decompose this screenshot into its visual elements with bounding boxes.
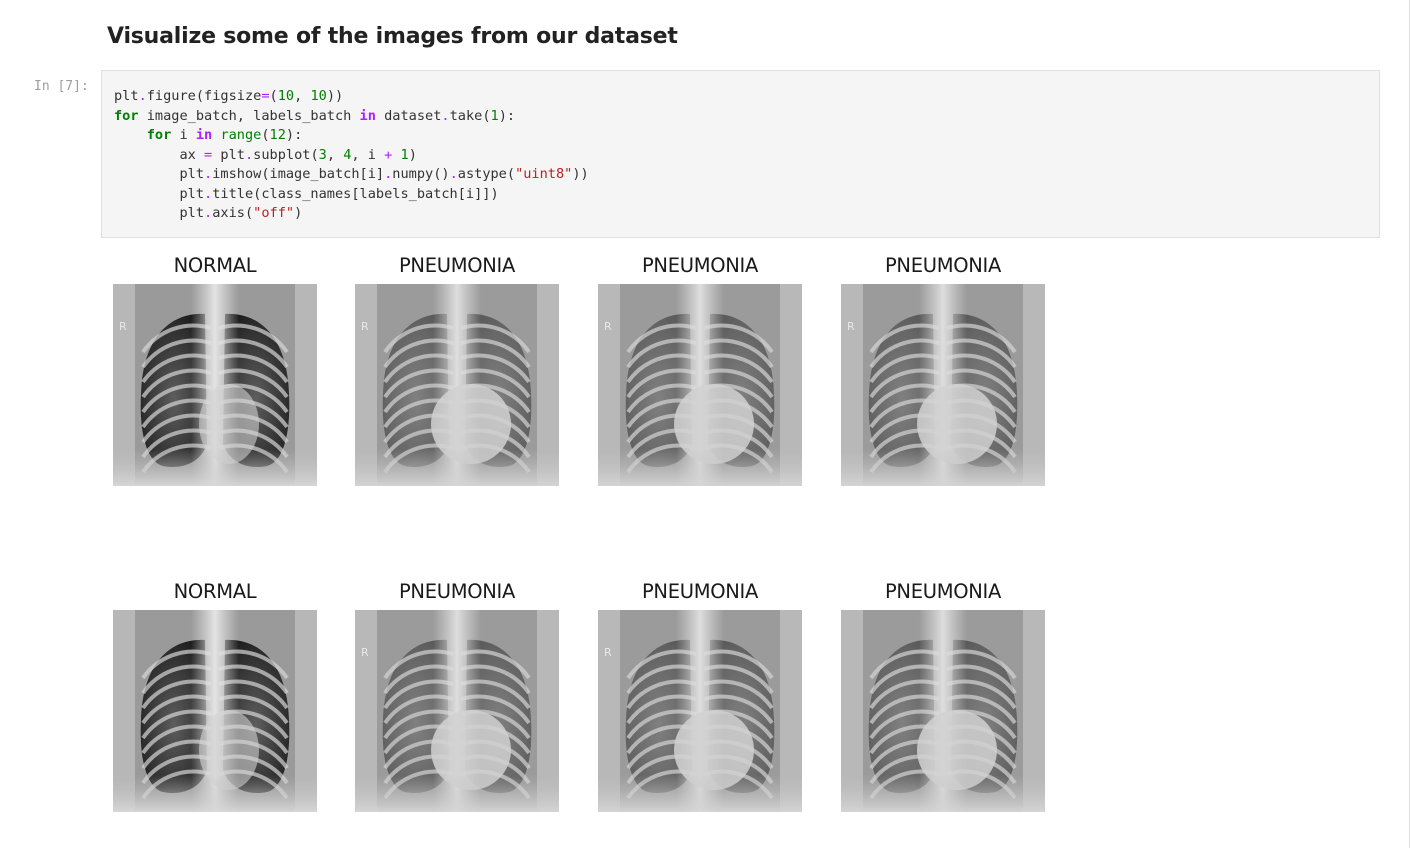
xray-side-marker: R: [361, 646, 369, 659]
code-line: plt.imshow(image_batch[i].numpy().astype…: [114, 166, 589, 182]
chest-xray-image: R: [598, 610, 802, 812]
chest-xray-image: R: [841, 284, 1045, 486]
subplot-title: PNEUMONIA: [641, 580, 759, 603]
subplot-title: PNEUMONIA: [884, 254, 1002, 277]
markdown-heading: Visualize some of the images from our da…: [107, 24, 678, 49]
xray-side-marker: R: [604, 646, 612, 659]
cell-prompt: In [7]:: [34, 79, 89, 94]
code-line: for i in range(12):: [146, 127, 303, 143]
code-cell[interactable]: plt.figure(figsize=(10, 10)) for image_ba…: [101, 70, 1380, 238]
subplot-title: PNEUMONIA: [398, 580, 516, 603]
chest-xray-image: [841, 610, 1045, 812]
subplot-title: NORMAL: [173, 580, 257, 603]
xray-side-marker: R: [604, 320, 612, 333]
chest-xray-image: R: [113, 284, 317, 486]
subplot-title: PNEUMONIA: [641, 254, 759, 277]
subplot-title: PNEUMONIA: [398, 254, 516, 277]
chest-xray-image: R: [598, 284, 802, 486]
code-line: plt.figure(figsize=(10, 10)): [114, 88, 344, 104]
code-line: for image_batch, labels_batch in dataset…: [114, 107, 516, 124]
chest-xray-image: R: [355, 610, 559, 812]
chest-xray-image: [113, 610, 317, 812]
code-line: ax = plt.subplot(3, 4, i + 1): [114, 146, 417, 163]
code-line: plt.title(class_names[labels_batch[i]]): [114, 185, 499, 202]
subplot-title: NORMAL: [173, 254, 257, 277]
xray-side-marker: R: [361, 320, 369, 333]
chest-xray-image: R: [355, 284, 559, 486]
xray-side-marker: R: [119, 320, 127, 333]
code-line: plt.axis("off"): [114, 205, 303, 221]
xray-side-marker: R: [847, 320, 855, 333]
subplot-title: PNEUMONIA: [884, 580, 1002, 603]
page-right-border: [1409, 0, 1410, 848]
code-editor[interactable]: plt.figure(figsize=(10, 10)) for image_ba…: [114, 87, 589, 224]
